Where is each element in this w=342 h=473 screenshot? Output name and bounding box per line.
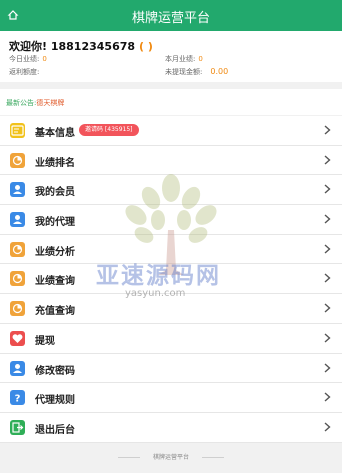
agent-icon bbox=[10, 212, 25, 228]
month-label: 本月业绩: bbox=[165, 55, 196, 63]
menu-item-label: 修改密码 bbox=[35, 365, 75, 377]
menu-item-label: 代理规则 bbox=[35, 395, 75, 407]
page-title: 棋牌运营平台 bbox=[131, 11, 210, 26]
user-icon bbox=[10, 182, 25, 198]
welcome-paren: ( ) bbox=[139, 40, 153, 53]
analysis-icon bbox=[10, 241, 25, 257]
rebate-amount: 返利额度: bbox=[9, 67, 39, 77]
month-performance: 本月业绩: 0 bbox=[165, 54, 203, 64]
pending-value: 0.00 bbox=[210, 67, 229, 76]
notice-text: 德天棋牌 bbox=[36, 99, 65, 107]
svg-text:?: ? bbox=[15, 394, 21, 405]
chevron-right-icon bbox=[324, 333, 331, 343]
menu-item[interactable]: ? 代理规则 bbox=[0, 383, 342, 413]
today-performance: 今日业绩: 0 bbox=[9, 54, 47, 64]
logout-icon bbox=[10, 419, 25, 435]
chevron-right-icon bbox=[324, 362, 331, 373]
menu-item[interactable]: 基本信息 邀请码 [435915] bbox=[0, 116, 342, 146]
app-header: 棋牌运营平台 bbox=[0, 0, 342, 31]
question-icon: ? bbox=[10, 390, 25, 406]
menu-item-label: 我的会员 bbox=[35, 187, 75, 199]
query-icon bbox=[10, 271, 25, 287]
menu-item[interactable]: 我的会员 bbox=[0, 175, 342, 206]
footer-divider-right bbox=[202, 457, 224, 458]
password-icon bbox=[10, 360, 25, 376]
menu-item-label: 基本信息 bbox=[35, 128, 75, 139]
footer: 棋牌运营平台 bbox=[0, 450, 342, 464]
watermark-cn: 亚速源码网 bbox=[96, 263, 221, 289]
today-value: 0 bbox=[42, 55, 47, 63]
user-info-panel: 欢迎你! 18812345678( ) 今日业绩: 0 本月业绩: 0 返利额度: … bbox=[0, 31, 342, 82]
welcome-phone: 欢迎你! 18812345678 bbox=[9, 40, 136, 53]
chevron-right-icon bbox=[324, 273, 331, 283]
menu-item[interactable]: 修改密码 bbox=[0, 354, 342, 384]
recharge-icon bbox=[10, 301, 25, 317]
chevron-right-icon bbox=[324, 125, 331, 135]
menu-item-label: 业绩分析 bbox=[35, 246, 75, 258]
chevron-right-icon bbox=[324, 184, 331, 194]
pending-label: 未提现金额: bbox=[165, 68, 203, 76]
pending-withdraw: 未提现金额: 0.00 bbox=[165, 67, 228, 77]
menu-item-label: 我的代理 bbox=[35, 217, 75, 229]
chevron-right-icon bbox=[324, 303, 331, 313]
chart-icon bbox=[10, 152, 25, 168]
watermark-en: yasyun.com bbox=[125, 288, 186, 299]
id-card-icon bbox=[10, 123, 25, 138]
menu-item-label: 提现 bbox=[35, 335, 55, 347]
footer-text: 棋牌运营平台 bbox=[152, 454, 189, 461]
menu-item[interactable]: 我的代理 bbox=[0, 205, 342, 235]
chevron-right-icon bbox=[324, 244, 331, 254]
chevron-right-icon bbox=[324, 155, 331, 165]
menu-item[interactable]: 提现 bbox=[0, 324, 342, 354]
menu-item-label: 充值查询 bbox=[35, 306, 75, 318]
chevron-right-icon bbox=[324, 214, 331, 224]
menu-item[interactable]: 业绩排名 bbox=[0, 146, 342, 176]
menu-item-label: 业绩排名 bbox=[35, 157, 75, 169]
invite-code-badge: 邀请码 [435915] bbox=[79, 124, 139, 136]
notice-bar[interactable]: 最新公告:德天棋牌 bbox=[0, 89, 342, 115]
heart-icon bbox=[10, 330, 25, 346]
menu-item-label: 业绩查询 bbox=[35, 276, 75, 288]
notice-title: 最新公告: bbox=[6, 99, 37, 107]
menu-item[interactable]: 退出后台 bbox=[0, 413, 342, 443]
chevron-right-icon bbox=[324, 422, 331, 432]
chevron-right-icon bbox=[324, 392, 331, 402]
rebate-label: 返利额度: bbox=[9, 68, 40, 76]
today-label: 今日业绩: bbox=[9, 55, 40, 63]
welcome-text: 欢迎你! 18812345678( ) bbox=[9, 38, 153, 54]
menu-item-label: 退出后台 bbox=[35, 424, 75, 436]
notice-label: 最新公告:德天棋牌 bbox=[6, 98, 64, 108]
month-value: 0 bbox=[198, 55, 203, 63]
